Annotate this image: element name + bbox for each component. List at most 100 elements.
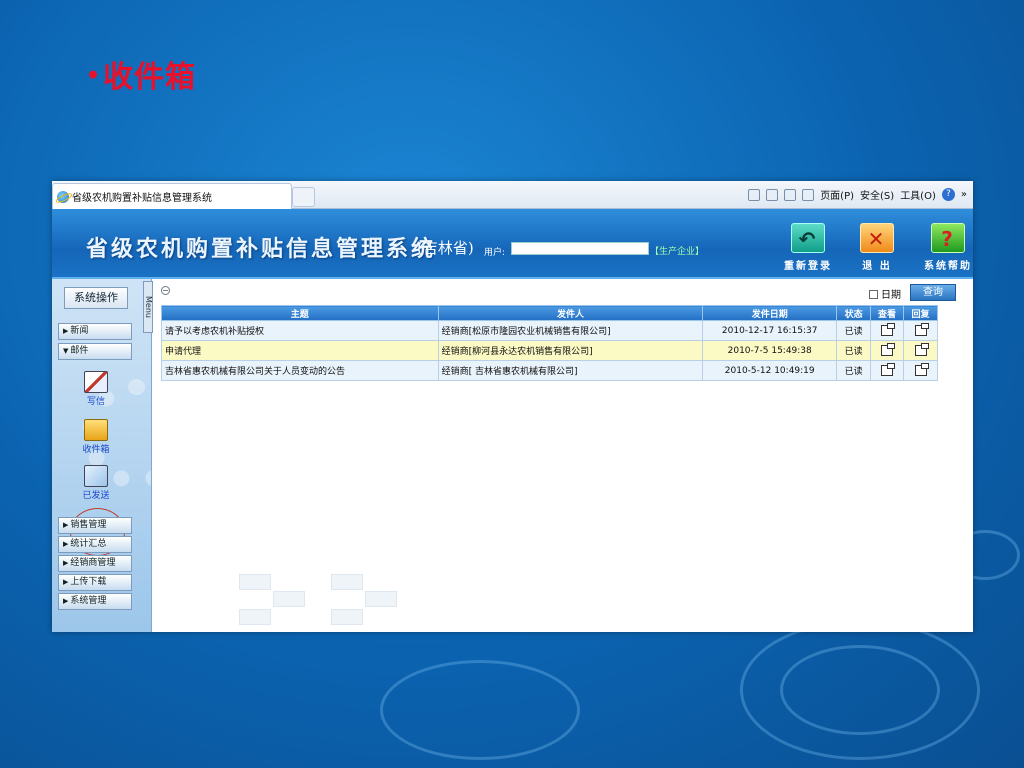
view-icon[interactable] — [881, 343, 896, 356]
sidebar-item-label: 系统管理 — [70, 596, 107, 606]
mail-date: 2010-5-12 10:49:19 — [702, 360, 838, 381]
exit-button[interactable]: ✕ 退 出 — [847, 223, 907, 272]
column-header-subject: 主题 — [161, 305, 439, 321]
mail-subject[interactable]: 吉林省惠农机械有限公司关于人员变动的公告 — [161, 360, 439, 381]
mail-status: 已读 — [836, 340, 872, 361]
ghost-block — [273, 591, 305, 607]
sidebar-item-sales[interactable]: ▶ 销售管理 — [58, 517, 132, 534]
browser-screenshot: 省级农机购置补贴信息管理系统 页面(P) 安全(S) 工具(O) ? » 省级农… — [52, 181, 973, 632]
sidebar-item-dealers[interactable]: ▶ 经销商管理 — [58, 555, 132, 572]
sidebar-item-statistics[interactable]: ▶ 统计汇总 — [58, 536, 132, 553]
left-sidebar: 系统操作 ▶ 新闻 ▼ 邮件 写信 收件箱 已发送 ▶ 销售管理 ▶ 统计汇总 ▶ 经销商… — [52, 279, 152, 632]
date-filter-checkbox[interactable]: 日期 — [869, 286, 901, 301]
write-mail-label: 写信 — [86, 397, 105, 407]
reply-cell — [903, 320, 938, 341]
inbox-toolbar: − 日期 查询 — [153, 283, 973, 303]
sent-mail-label: 已发送 — [82, 491, 110, 501]
rss-icon[interactable] — [766, 188, 779, 201]
reply-cell — [903, 340, 938, 361]
inbox-link[interactable]: 收件箱 — [74, 419, 118, 455]
column-header-view: 查看 — [870, 305, 905, 321]
sidebar-item-system[interactable]: ▶ 系统管理 — [58, 593, 132, 610]
slide-title-text: 收件箱 — [103, 60, 197, 95]
triangle-right-icon: ▶ — [63, 327, 69, 335]
help-icon: ? — [931, 223, 965, 253]
column-header-reply: 回复 — [903, 305, 938, 321]
view-icon[interactable] — [881, 363, 896, 376]
write-letter-icon — [84, 371, 108, 393]
safety-menu[interactable]: 安全(S) — [860, 187, 894, 202]
checkbox-icon — [869, 290, 878, 299]
mail-sender: 经销商[松原市隆园农业机械销售有限公司] — [437, 320, 704, 341]
mail-date: 2010-7-5 15:49:38 — [702, 340, 838, 361]
triangle-right-icon: ▶ — [63, 597, 69, 605]
triangle-right-icon: ▶ — [63, 521, 69, 529]
sent-mail-link[interactable]: 已发送 — [74, 465, 118, 501]
mail-status: 已读 — [836, 320, 872, 341]
help-button[interactable]: ? 系统帮助 — [918, 223, 973, 272]
browser-tab-title: 省级农机购置补贴信息管理系统 — [72, 193, 212, 204]
system-operations-button[interactable]: 系统操作 — [64, 287, 128, 309]
inbox-label: 收件箱 — [82, 445, 110, 455]
sidebar-item-news[interactable]: ▶ 新闻 — [58, 323, 132, 340]
column-header-status: 状态 — [836, 305, 872, 321]
reply-icon[interactable] — [914, 363, 929, 376]
sent-mail-icon — [84, 465, 108, 487]
sidebar-item-label: 统计汇总 — [70, 539, 107, 549]
table-row[interactable]: 申请代理 经销商[柳河县永达农机销售有限公司] 2010-7-5 15:49:3… — [161, 340, 938, 361]
browser-help-icon[interactable]: ? — [941, 188, 955, 201]
print-icon[interactable] — [802, 188, 815, 201]
browser-toolbar: 省级农机购置补贴信息管理系统 页面(P) 安全(S) 工具(O) ? » — [52, 181, 973, 209]
ghost-block — [365, 591, 397, 607]
triangle-right-icon: ▶ — [63, 540, 69, 548]
view-cell — [870, 360, 905, 381]
refresh-icon: ↶ — [791, 223, 825, 253]
triangle-right-icon: ▶ — [63, 578, 69, 586]
mail-date: 2010-12-17 16:15:37 — [702, 320, 838, 341]
ghost-block — [239, 574, 271, 590]
table-header-row: 主题 发件人 发件日期 状态 查看 回复 — [161, 305, 938, 321]
reply-icon[interactable] — [914, 323, 929, 336]
user-value-field — [511, 242, 649, 255]
column-header-date: 发件日期 — [702, 305, 838, 321]
reply-icon[interactable] — [914, 343, 929, 356]
date-filter-label: 日期 — [881, 290, 901, 301]
company-type-tag: 【生产企业】 — [650, 247, 705, 257]
province-label: (吉林省) — [417, 239, 474, 257]
exit-label: 退 出 — [862, 261, 892, 272]
table-row[interactable]: 吉林省惠农机械有限公司关于人员变动的公告 经销商[ 吉林省惠农机械有限公司] 2… — [161, 360, 938, 381]
collapse-icon[interactable]: − — [161, 286, 170, 295]
mail-sender: 经销商[ 吉林省惠农机械有限公司] — [437, 360, 704, 381]
ghost-block — [331, 574, 363, 590]
view-icon[interactable] — [881, 323, 896, 336]
home-icon[interactable] — [748, 188, 761, 201]
browser-command-bar: 页面(P) 安全(S) 工具(O) ? » — [748, 187, 967, 202]
query-button[interactable]: 查询 — [910, 284, 956, 301]
mail-subject[interactable]: 请予以考虑农机补贴授权 — [161, 320, 439, 341]
more-chevron-icon[interactable]: » — [961, 189, 967, 200]
sidebar-item-label: 销售管理 — [70, 520, 107, 530]
mail-status: 已读 — [836, 360, 872, 381]
table-row[interactable]: 请予以考虑农机补贴授权 经销商[松原市隆园农业机械销售有限公司] 2010-12… — [161, 320, 938, 341]
browser-tab[interactable]: 省级农机购置补贴信息管理系统 — [52, 183, 292, 209]
menu-collapse-tab[interactable]: Menu — [143, 281, 153, 333]
sidebar-item-label: 新闻 — [70, 326, 89, 336]
new-tab-button[interactable] — [292, 187, 315, 207]
column-header-sender: 发件人 — [437, 305, 704, 321]
mail-icon[interactable] — [784, 188, 797, 201]
write-mail-link[interactable]: 写信 — [74, 371, 118, 407]
mail-subject[interactable]: 申请代理 — [161, 340, 439, 361]
relogin-button[interactable]: ↶ 重新登录 — [778, 223, 838, 272]
ie-logo-icon — [57, 190, 69, 203]
mail-sender: 经销商[柳河县永达农机销售有限公司] — [437, 340, 704, 361]
ghost-block — [331, 609, 363, 625]
tools-menu[interactable]: 工具(O) — [900, 187, 936, 202]
page-menu[interactable]: 页面(P) — [820, 187, 854, 202]
inbox-icon — [84, 419, 108, 441]
relogin-label: 重新登录 — [784, 261, 832, 272]
background-ripple — [780, 645, 940, 735]
sidebar-item-mail[interactable]: ▼ 邮件 — [58, 343, 132, 360]
sidebar-item-upload-download[interactable]: ▶ 上传下载 — [58, 574, 132, 591]
sidebar-item-label: 邮件 — [70, 346, 89, 356]
inbox-panel: − 日期 查询 主题 发件人 发件日期 状态 查看 回复 请予以考虑农机补贴授权… — [153, 279, 973, 632]
